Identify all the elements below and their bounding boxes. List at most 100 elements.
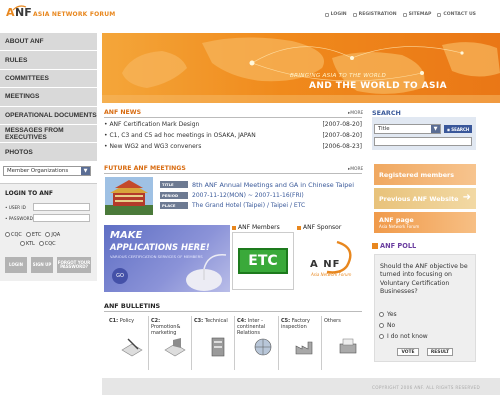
anf-logo[interactable]: A NF [6,4,32,18]
svg-text:NF: NF [15,6,32,18]
news-item-date: [2007-08-20] [322,132,362,139]
login-link[interactable]: LOGIN [324,12,347,17]
nav-item-operational-documents[interactable]: OPERATIONAL DOCUMENTS [0,106,97,125]
anf-sponsor-heading: ANF Sponsor [297,224,341,231]
radio-etc[interactable]: ETC [25,232,41,238]
sponsor-logo-letters: A NF [310,259,341,270]
search-field-select[interactable]: Title ▼ [374,124,441,134]
login-link-label: LOGIN [330,12,347,17]
bulletin-category-technical[interactable]: C3: Technical [194,318,232,324]
document-pen-icon [121,338,143,357]
result-button[interactable]: RESULT [427,348,453,356]
news-title: ANF NEWS [104,109,142,116]
meeting-period-label: PERIOD [160,192,188,199]
bulletin-category-others[interactable]: Others [324,318,360,324]
poll-option-yes[interactable]: Yes [379,311,397,318]
news-item-title: • ANF Certification Mark Design [104,121,200,128]
bullet-icon [437,12,442,17]
bulletin-divider [234,316,235,370]
radio-icon [38,241,44,246]
anf-sponsor-logo[interactable]: A NF Asia Network Forum [297,232,363,290]
radio-jqa-label: JQA [51,232,61,238]
bulletins-title: ANF BULLETINS [104,302,161,310]
poll-heading: ANF POLL [372,242,416,250]
nav-item-rules[interactable]: RULES [0,51,97,70]
factory-icon [295,341,313,355]
registration-link[interactable]: REGISTRATION [352,12,397,17]
radio-icon [379,323,384,328]
nav-item-photos[interactable]: PHOTOS [0,143,97,162]
bulletin-category-factory[interactable]: C5: Factory inspection [281,318,319,330]
anf-members-logo[interactable]: ETC [232,232,294,290]
search-input[interactable] [374,137,472,146]
nav-item-about-anf[interactable]: ABOUT ANF [0,33,97,52]
bulletin-name: Policy [119,318,135,324]
meeting-title-value[interactable]: 8th ANF Annual Meetings and GA in Chines… [192,181,354,189]
make-applications-sub: VARIOUS CERTIFICATION SERVICES OF MEMBER… [110,254,203,259]
radio-jqa[interactable]: JQA [45,232,60,238]
search-button[interactable]: ◉ SEARCH [444,125,472,133]
megaphone-icon [164,338,186,357]
anf-page-button[interactable]: ANF page Asia Network Forum [374,212,476,233]
registration-link-label: REGISTRATION [358,12,397,17]
bulletin-category-policy[interactable]: C1: Policy [109,318,147,324]
anf-sponsor-title: ANF Sponsor [303,224,342,231]
anf-members-title: ANF Members [238,224,280,231]
poll-question: Should the ANF objective be turned into … [380,263,468,296]
go-button[interactable]: GO [112,268,128,284]
sitemap-link[interactable]: SITEMAP [402,12,432,17]
grand-hotel-photo [105,177,153,215]
login-button[interactable]: LOGIN [5,257,27,273]
sign-up-button[interactable]: SIGN UP [31,257,53,273]
nav-item-committees[interactable]: COMMITTEES [0,69,97,89]
contact-us-link[interactable]: CONTACT US [437,12,476,17]
user-id-input[interactable] [33,203,90,211]
bullet-icon [352,12,357,17]
password-label: • PASSWORD [5,216,33,221]
news-divider [104,117,362,118]
radio-icon [45,232,51,237]
banner-headline: AND THE WORLD TO ASIA [309,81,447,91]
radio-icon [379,334,384,339]
vote-button[interactable]: VOTE [397,348,419,356]
poll-option-dont-know[interactable]: I do not know [379,333,428,340]
radio-ktl-label: KTL [26,241,35,247]
poll-option-label: I do not know [387,333,428,340]
bulletin-category-intercontinental[interactable]: C4: Inter - continental Relations [237,318,277,336]
printer-icon [339,338,357,354]
radio-cqc-2-label: CQC [44,241,56,247]
bulletin-category-promotion[interactable]: C2: Promotion& marketing [151,318,189,336]
radio-icon [5,232,10,237]
radio-cqc[interactable]: CQC [5,232,22,238]
bulletin-divider [278,316,279,370]
nav-item-meetings[interactable]: MEETINGS [0,88,97,107]
make-applications-line2: APPLICATIONS HERE! [110,242,210,252]
news-item[interactable]: • New WG2 and WG3 conveners [2006-08-23] [104,143,362,150]
contact-us-link-label: CONTACT US [443,12,476,17]
radio-icon [20,241,25,246]
registered-members-button[interactable]: Registered members [374,164,476,185]
member-organizations-select[interactable]: Member Organizations ▼ [3,166,91,176]
previous-website-button[interactable]: Previous ANF Website ➜ [374,188,476,209]
org-name: ASIA NETWORK FORUM [33,11,116,18]
bulletin-code: C3: [194,318,204,324]
bulletin-code: C1: [109,318,119,324]
password-input[interactable] [33,214,90,222]
search-title: SEARCH [372,109,401,117]
news-item[interactable]: • ANF Certification Mark Design [2007-08… [104,121,362,128]
cert-radio-row-1: CQC ETC JQA [5,232,60,238]
forgot-password-button[interactable]: FORGOT YOUR PASSWORD? [57,257,91,273]
chevron-down-icon: ▼ [431,125,440,133]
server-icon [211,337,225,357]
nav-item-messages-from-executives[interactable]: MESSAGES FROM EXECUTIVES [0,124,97,144]
search-icon: ◉ [446,126,451,132]
radio-ktl[interactable]: KTL [20,241,35,247]
news-more-link[interactable]: ▸MORE [348,111,363,116]
globe-icon [254,338,272,356]
meetings-more-link[interactable]: ▸MORE [348,167,363,172]
world-map-graphic [102,37,500,103]
news-item[interactable]: • C1, C3 and C5 ad hoc meetings in OSAKA… [104,132,362,139]
poll-option-no[interactable]: No [379,322,395,329]
sitemap-link-label: SITEMAP [408,12,432,17]
radio-cqc-2[interactable]: CQC [38,241,56,247]
